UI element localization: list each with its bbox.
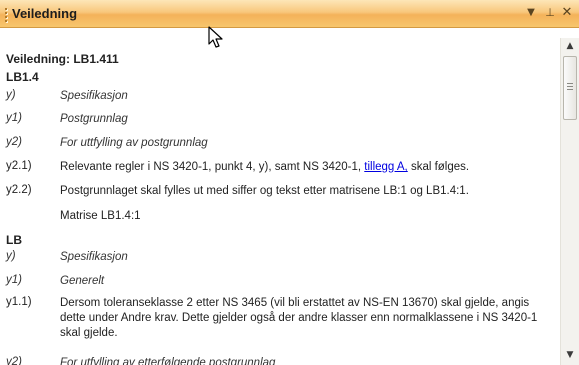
matrix-reference: Matrise LB1.4:1 bbox=[60, 210, 141, 222]
row-text: Relevante regler i NS 3420-1, punkt 4, y… bbox=[60, 160, 550, 175]
panel-title-bar[interactable]: Veiledning ▼ ⊥ ✕ bbox=[0, 0, 579, 28]
row-text: Postgrunnlag bbox=[60, 113, 128, 125]
row-label: y2) bbox=[6, 136, 22, 148]
guidance-panel: Veiledning ▼ ⊥ ✕ Veiledning: LB1.411 LB1… bbox=[0, 0, 579, 365]
panel-title: Veiledning bbox=[12, 6, 78, 21]
row-text: Spesifikasjon bbox=[60, 90, 128, 102]
guidance-content: Veiledning: LB1.411 LB1.4 y) Spesifikasj… bbox=[0, 38, 560, 365]
dropdown-arrow-icon[interactable]: ▼ bbox=[524, 5, 538, 21]
row-label: y2.2) bbox=[6, 184, 32, 196]
vertical-scrollbar[interactable]: ▲ ▼ bbox=[560, 38, 579, 365]
scrollbar-thumb[interactable] bbox=[563, 56, 577, 120]
row-label: y1.1) bbox=[6, 296, 32, 308]
section-code-lb14: LB1.4 bbox=[6, 70, 39, 84]
row-label: y) bbox=[6, 250, 16, 262]
row-text: Generelt bbox=[60, 275, 105, 287]
row-text: Spesifikasjon bbox=[60, 251, 128, 263]
mouse-cursor-icon bbox=[208, 26, 223, 48]
drag-grip-icon[interactable] bbox=[4, 8, 8, 22]
row-text: Postgrunnlaget skal fylles ut med siffer… bbox=[60, 185, 469, 197]
close-icon[interactable]: ✕ bbox=[560, 5, 574, 21]
appendix-a-link[interactable]: tillegg A, bbox=[364, 161, 407, 173]
pin-icon[interactable]: ⊥ bbox=[543, 5, 557, 21]
guidance-heading: Veiledning: LB1.411 bbox=[6, 52, 119, 66]
row-text: Dersom toleranseklasse 2 etter NS 3465 (… bbox=[60, 297, 538, 339]
row-text: For utfylling av etterfølgende postgrunn… bbox=[60, 357, 276, 365]
scrollbar-grip-icon bbox=[567, 83, 573, 92]
scroll-up-arrow-icon[interactable]: ▲ bbox=[563, 40, 577, 52]
row-label: y2.1) bbox=[6, 160, 32, 172]
scroll-down-arrow-icon[interactable]: ▼ bbox=[563, 349, 577, 361]
row-label: y1) bbox=[6, 112, 22, 124]
row-text-after-link: skal følges. bbox=[407, 161, 470, 173]
row-label: y2) bbox=[6, 356, 22, 365]
section-code-lb: LB bbox=[6, 233, 22, 247]
row-label: y) bbox=[6, 89, 16, 101]
row-text: For uttfylling av postgrunnlag bbox=[60, 137, 208, 149]
row-label: y1) bbox=[6, 274, 22, 286]
row-text-before-link: Relevante regler i NS 3420-1, punkt 4, y… bbox=[60, 161, 365, 173]
